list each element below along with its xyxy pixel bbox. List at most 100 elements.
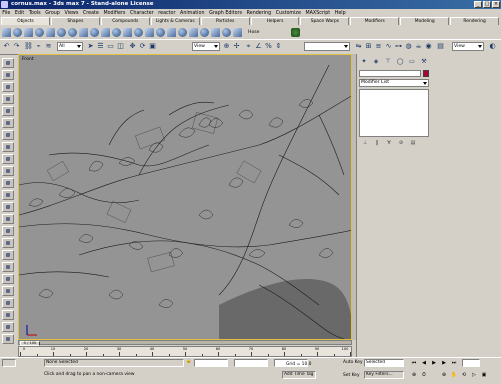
left-tool-14-icon[interactable]	[2, 214, 14, 224]
oil-tank-icon[interactable]	[134, 27, 143, 37]
motion-tab-icon[interactable]: ◯	[395, 57, 405, 66]
menu-group[interactable]: Group	[43, 11, 62, 16]
snaps-toggle-icon[interactable]: ⌖	[244, 42, 253, 51]
hose-icon[interactable]	[233, 27, 242, 37]
pan-icon[interactable]: ✋	[450, 372, 458, 379]
left-tool-8-icon[interactable]	[2, 142, 14, 152]
display-tab-icon[interactable]: ▭	[407, 57, 417, 66]
box-icon[interactable]	[2, 27, 11, 37]
tab-objects[interactable]: Objects	[1, 17, 50, 25]
left-tool-22-icon[interactable]	[2, 310, 14, 320]
render-view-dropdown[interactable]: View	[452, 42, 484, 51]
object-color-swatch[interactable]	[423, 70, 429, 77]
undo-icon[interactable]: ↶	[2, 42, 11, 51]
play-icon[interactable]: ▶	[430, 360, 438, 367]
remove-modifier-icon[interactable]: ⊘	[397, 140, 405, 147]
field-of-view-icon[interactable]: ▷	[470, 372, 478, 379]
render-scene-icon[interactable]: ☕	[414, 42, 423, 51]
menu-reactor[interactable]: reactor	[156, 11, 178, 16]
left-tool-9-icon[interactable]	[2, 154, 14, 164]
geosphere-icon[interactable]	[68, 27, 77, 37]
menu-edit[interactable]: Edit	[13, 11, 27, 16]
torus-icon[interactable]	[35, 27, 44, 37]
plane-icon[interactable]	[101, 27, 110, 37]
select-by-name-icon[interactable]: ☰	[96, 42, 105, 51]
left-tool-24-icon[interactable]	[2, 334, 14, 344]
orbit-icon[interactable]: ⟲	[460, 372, 468, 379]
bind-space-warp-icon[interactable]: ≋	[44, 42, 53, 51]
maximize-viewport-icon[interactable]: ▣	[480, 372, 488, 379]
l-ext-icon[interactable]	[200, 27, 209, 37]
layer-manager-icon[interactable]: ≡	[374, 42, 383, 51]
select-object-icon[interactable]: ➤	[86, 42, 95, 51]
menu-graph-editors[interactable]: Graph Editors	[207, 11, 245, 16]
viewport-label[interactable]: Front	[22, 57, 34, 62]
torus-knot-icon[interactable]	[178, 27, 187, 37]
chamfer-box-icon[interactable]	[123, 27, 132, 37]
render-type-icon[interactable]: ▤	[436, 42, 445, 51]
menu-maxscript[interactable]: MAXScript	[303, 11, 332, 16]
left-tool-2-icon[interactable]	[2, 70, 14, 80]
minimize-icon[interactable]: _	[474, 1, 482, 8]
reference-coordinate-dropdown[interactable]: View	[192, 42, 220, 51]
percent-snap-icon[interactable]: %	[264, 42, 273, 51]
auto-key-button[interactable]: Auto Key	[343, 359, 363, 367]
time-config-icon[interactable]: ⏱	[420, 372, 428, 379]
utilities-tab-icon[interactable]: ⚒	[419, 57, 429, 66]
pivot-center-icon[interactable]: ⊕	[222, 42, 231, 51]
show-end-result-icon[interactable]: ‖	[373, 140, 381, 147]
left-tool-11-icon[interactable]	[2, 178, 14, 188]
close-icon[interactable]: ×	[492, 1, 500, 8]
next-frame-icon[interactable]: ▶	[440, 360, 448, 367]
tube-icon[interactable]	[79, 27, 88, 37]
curve-editor-icon[interactable]: ∿	[384, 42, 393, 51]
selection-filter-dropdown[interactable]: All	[57, 42, 83, 51]
tab-particles[interactable]: Particles	[200, 17, 250, 25]
left-tool-1-icon[interactable]	[2, 58, 14, 68]
angle-snap-icon[interactable]: ∠	[254, 42, 263, 51]
key-filters-button[interactable]: Key Filters...	[364, 371, 404, 379]
tab-helpers[interactable]: Helpers	[250, 17, 300, 25]
menu-modifiers[interactable]: Modifiers	[101, 11, 128, 16]
spindle-icon[interactable]	[145, 27, 154, 37]
align-icon[interactable]: ⊞	[364, 42, 373, 51]
left-tool-7-icon[interactable]	[2, 130, 14, 140]
make-unique-icon[interactable]: ∀	[385, 140, 393, 147]
pin-stack-icon[interactable]: ⊥	[361, 140, 369, 147]
modify-tab-icon[interactable]: ◈	[371, 57, 381, 66]
mirror-icon[interactable]: ⇋	[354, 42, 363, 51]
left-tool-20-icon[interactable]	[2, 286, 14, 296]
hedra-icon[interactable]	[112, 27, 121, 37]
select-manipulate-icon[interactable]: ✢	[232, 42, 241, 51]
c-ext-icon[interactable]	[211, 27, 220, 37]
window-crossing-icon[interactable]: ◫	[116, 42, 125, 51]
gengon-icon[interactable]	[156, 27, 165, 37]
key-filter-dropdown[interactable]: Selected	[364, 359, 404, 367]
select-scale-icon[interactable]: ▣	[148, 42, 157, 51]
left-tool-12-icon[interactable]	[2, 190, 14, 200]
left-tool-3-icon[interactable]	[2, 82, 14, 92]
left-tool-4-icon[interactable]	[2, 94, 14, 104]
y-coordinate-field[interactable]	[234, 359, 268, 367]
maxscript-listener[interactable]	[2, 359, 16, 367]
key-mode-icon[interactable]: ⊕	[410, 372, 418, 379]
prism-icon[interactable]	[167, 27, 176, 37]
teapot-icon[interactable]	[46, 27, 55, 37]
quick-render-icon[interactable]: ◉	[424, 42, 433, 51]
menu-views[interactable]: Views	[62, 11, 80, 16]
time-slider[interactable]: 0 / 100	[18, 340, 352, 346]
select-move-icon[interactable]: ✥	[128, 42, 137, 51]
sphere-icon[interactable]	[13, 27, 22, 37]
add-time-tag-button[interactable]: Add Time Tag	[282, 371, 316, 379]
left-tool-10-icon[interactable]	[2, 166, 14, 176]
rectangular-selection-icon[interactable]: ▭	[106, 42, 115, 51]
link-icon[interactable]: ⛓	[24, 42, 33, 51]
tab-compounds[interactable]: Compounds	[100, 17, 150, 25]
tab-modifiers[interactable]: Modifiers	[350, 17, 400, 25]
left-tool-15-icon[interactable]	[2, 226, 14, 236]
select-rotate-icon[interactable]: ⟳	[138, 42, 147, 51]
menu-character[interactable]: Character	[128, 11, 156, 16]
redo-icon[interactable]: ↷	[12, 42, 21, 51]
maximize-icon[interactable]: □	[483, 1, 491, 8]
tab-modeling[interactable]: Modeling	[400, 17, 450, 25]
